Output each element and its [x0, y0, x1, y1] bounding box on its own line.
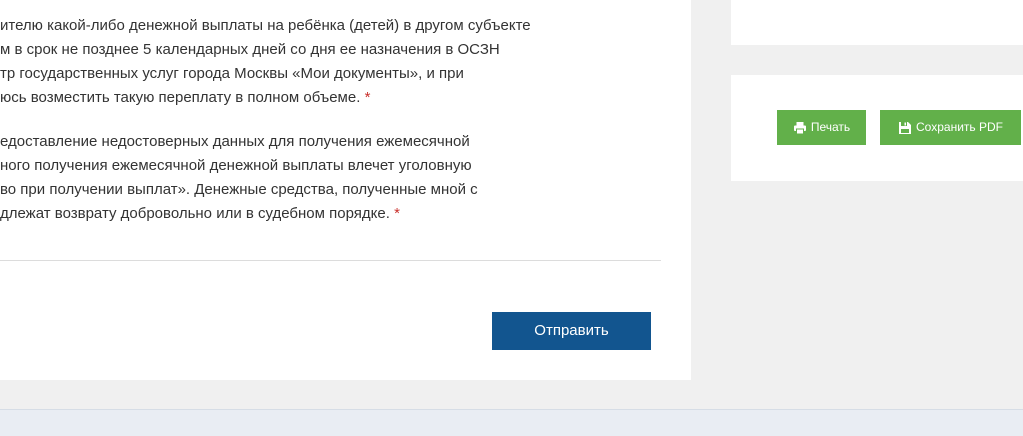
application-form-card: ителю какой-либо денежной выплаты на реб…: [0, 0, 691, 380]
print-button[interactable]: Печать: [777, 110, 866, 145]
sidebar-actions-card: Печать Сохранить PDF: [731, 75, 1023, 181]
paragraph-line-text: юсь возместить такую переплату в полном …: [0, 89, 361, 106]
paragraph-line-text: длежат возврату добровольно или в судебн…: [0, 205, 390, 222]
paragraph-line: длежат возврату добровольно или в судебн…: [0, 202, 640, 226]
sidebar-card-top: [731, 0, 1023, 45]
save-pdf-button[interactable]: Сохранить PDF: [880, 110, 1021, 145]
required-mark: *: [364, 89, 371, 106]
consent-paragraph-overpayment: ителю какой-либо денежной выплаты на реб…: [0, 14, 640, 110]
paragraph-line: ителю какой-либо денежной выплаты на реб…: [0, 17, 531, 34]
save-pdf-button-label: Сохранить PDF: [916, 120, 1003, 134]
paragraph-line: тр государственных услуг города Москвы «…: [0, 65, 464, 82]
save-pdf-icon: [898, 121, 912, 135]
page: ителю какой-либо денежной выплаты на реб…: [0, 0, 1023, 436]
print-button-label: Печать: [810, 120, 851, 134]
paragraph-line: едоставление недостоверных данных для по…: [0, 133, 470, 150]
printer-icon: [793, 121, 807, 135]
paragraph-line: юсь возместить такую переплату в полном …: [0, 86, 640, 110]
paragraph-line: во при получении выплат». Денежные средс…: [0, 181, 478, 198]
submit-button[interactable]: Отправить: [492, 312, 651, 350]
paragraph-line: м в срок не позднее 5 календарных дней с…: [0, 41, 500, 58]
required-mark: *: [394, 205, 400, 222]
form-divider: [0, 260, 661, 261]
footer-band: [0, 409, 1023, 436]
consent-paragraph-liability: едоставление недостоверных данных для по…: [0, 130, 640, 226]
paragraph-line: ного получения ежемесячной денежной выпл…: [0, 157, 472, 174]
